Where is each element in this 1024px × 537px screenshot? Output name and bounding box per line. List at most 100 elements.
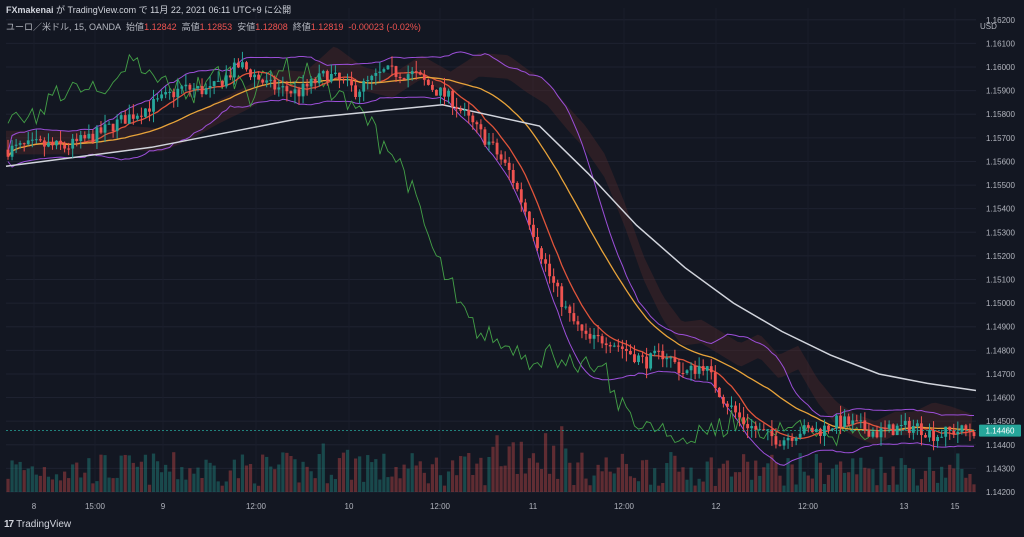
candle-body	[487, 141, 491, 145]
volume-bar	[701, 481, 705, 492]
volume-bar	[62, 471, 67, 492]
candle-body	[374, 72, 378, 76]
volume-bar	[398, 478, 402, 492]
volume-bar	[810, 478, 814, 492]
candle-body	[281, 86, 285, 88]
volume-bar	[483, 485, 487, 492]
volume-bar	[236, 478, 241, 492]
candle-body	[564, 306, 568, 308]
candle-body	[59, 140, 62, 145]
volume-bar	[341, 452, 346, 492]
volume-bar	[184, 479, 188, 492]
volume-bar	[426, 483, 430, 492]
volume-bar	[814, 454, 818, 492]
volume-bar	[568, 462, 572, 492]
volume-bar	[543, 433, 548, 492]
candle-body	[459, 108, 463, 111]
candle-body	[386, 65, 390, 70]
candle-body	[681, 372, 685, 374]
candle-body	[855, 420, 859, 422]
candle-body	[665, 357, 669, 360]
volume-bar	[717, 468, 721, 492]
symbol-name[interactable]: ユーロ／米ドル, 15, OANDA	[6, 22, 121, 32]
volume-bar	[608, 471, 612, 492]
volume-bar	[843, 472, 847, 492]
volume-bar	[491, 446, 495, 492]
volume-bar	[180, 467, 184, 492]
volume-bar	[855, 474, 859, 492]
candle-body	[354, 85, 358, 97]
volume-bar	[83, 472, 87, 492]
volume-bar	[285, 452, 289, 492]
candle-body	[38, 139, 42, 141]
candle-body	[447, 90, 450, 97]
volume-bar	[944, 477, 948, 492]
candle-body	[657, 350, 661, 352]
volume-bar	[382, 453, 386, 492]
change-value: -0.00023 (-0.02%)	[348, 22, 421, 32]
candle-body	[309, 79, 313, 87]
candle-body	[176, 88, 180, 98]
candle-body	[71, 138, 75, 149]
volume-bar	[600, 471, 604, 492]
volume-bar	[883, 472, 887, 492]
volume-bar	[378, 479, 382, 492]
candle-body	[148, 108, 151, 112]
volume-bar	[455, 475, 459, 492]
volume-bar	[895, 484, 899, 492]
candle-body	[422, 74, 426, 80]
volume-bar	[665, 463, 669, 492]
candle-body	[637, 355, 640, 363]
candle-body	[738, 412, 741, 418]
candle-body	[249, 69, 252, 78]
volume-bar	[515, 473, 519, 492]
volume-bar	[358, 456, 362, 492]
candle-body	[924, 435, 927, 438]
volume-bar	[459, 456, 463, 492]
candle-body	[313, 79, 317, 84]
volume-bar	[859, 457, 863, 492]
volume-bar	[131, 462, 135, 492]
candle-body	[257, 74, 261, 80]
time-tick-label: 12	[712, 502, 721, 511]
candle-body	[911, 426, 915, 433]
volume-bar	[127, 455, 131, 492]
tradingview-logo[interactable]: 17 TradingView	[4, 519, 71, 530]
candle-body	[325, 71, 329, 82]
volume-bar	[265, 456, 269, 492]
price-tick-label: 1.15300	[986, 228, 1015, 237]
volume-bar	[252, 483, 257, 492]
publisher-name[interactable]: FXmakenai	[6, 5, 54, 15]
price-chart[interactable]: 1.162001.161001.160001.159001.158001.157…	[0, 0, 1024, 537]
time-tick-label: 11	[529, 502, 538, 511]
volume-bar	[228, 470, 232, 492]
volume-bar	[370, 462, 374, 492]
candle-body	[620, 346, 624, 349]
volume-bar	[713, 485, 717, 492]
volume-bar	[309, 471, 313, 492]
volume-bar	[434, 457, 439, 492]
volume-bar	[511, 442, 515, 492]
volume-bar	[204, 459, 208, 492]
candle-body	[91, 133, 95, 143]
time-tick-label: 12:00	[246, 502, 267, 511]
volume-bar	[721, 463, 726, 492]
volume-bar	[54, 474, 59, 492]
candle-body	[333, 72, 337, 74]
candle-body	[835, 415, 838, 429]
volume-bar	[616, 467, 620, 492]
volume-bar	[689, 467, 693, 492]
volume-bar	[507, 446, 511, 492]
candle-body	[746, 424, 750, 429]
volume-bar	[414, 465, 418, 492]
volume-bar	[325, 483, 329, 492]
candle-body	[435, 89, 438, 96]
volume-bar	[693, 485, 697, 492]
candle-body	[321, 71, 325, 74]
volume-bar	[111, 478, 115, 492]
volume-bar	[915, 485, 920, 492]
candle-body	[471, 115, 475, 123]
volume-bar	[147, 484, 152, 492]
volume-bar	[192, 473, 196, 492]
volume-bar	[390, 476, 394, 492]
